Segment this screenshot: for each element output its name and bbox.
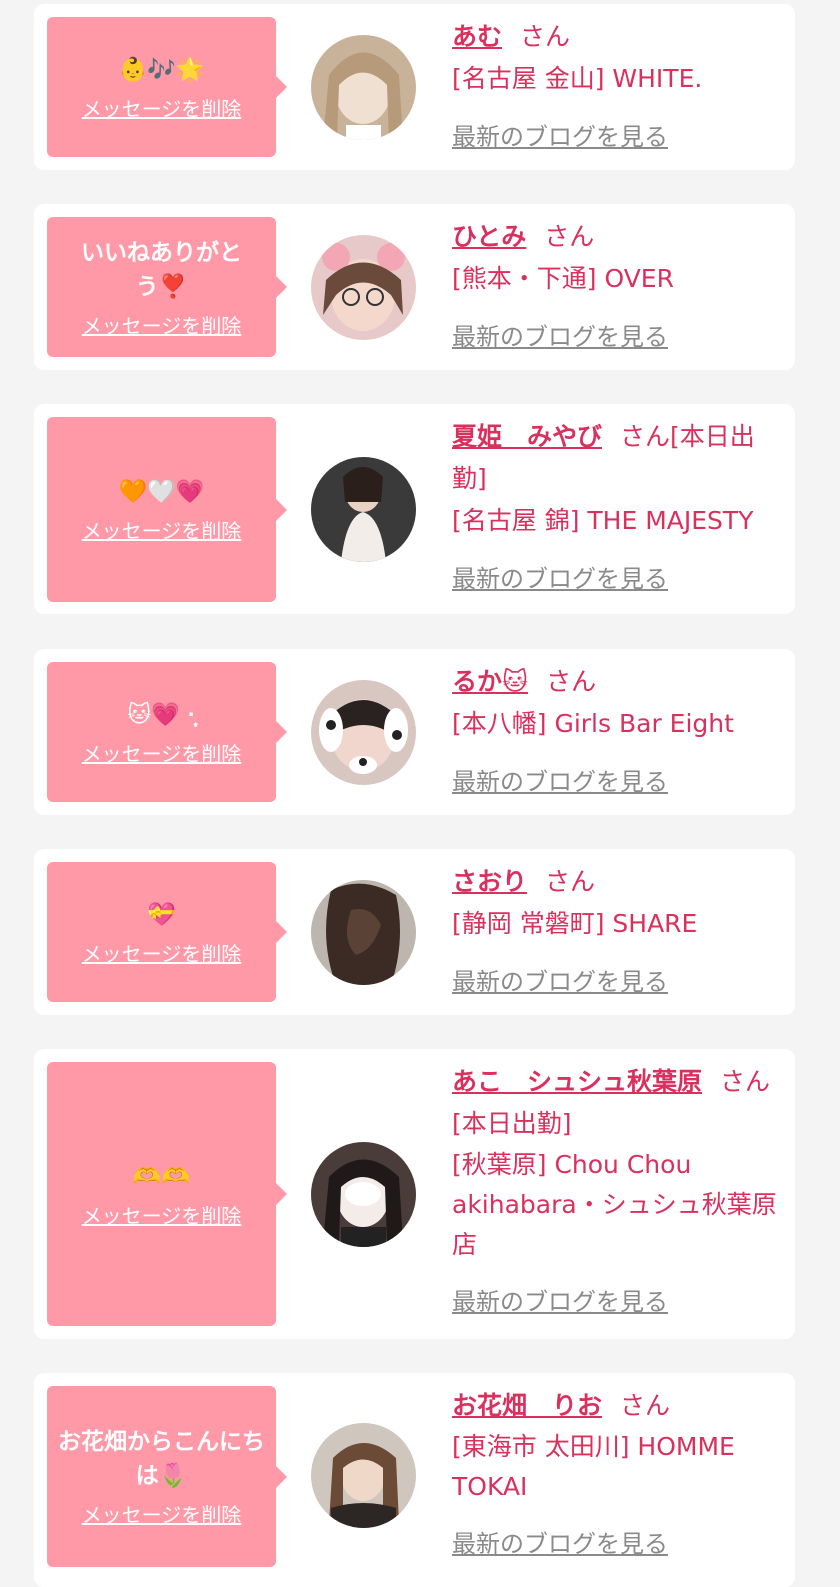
delete-message-link[interactable]: メッセージを削除 (82, 1200, 242, 1229)
sender-info: お花畑 りお さん [東海市 太田川] HOMME TOKAI 最新のブログを見る (452, 1385, 787, 1565)
shop-info: [熊本・下通] OVER (452, 264, 674, 293)
message-text: 🐱💗 ·̩͙ (127, 701, 196, 728)
delete-message-link[interactable]: メッセージを削除 (82, 1499, 242, 1528)
shop-info: [秋葉原] Chou Chou akihabara・シュシュ秋葉原店 (452, 1150, 777, 1259)
delete-message-link[interactable]: メッセージを削除 (82, 738, 242, 767)
sender-info: あこ シュシュ秋葉原 さん [本日出勤] [秋葉原] Chou Chou akiha… (452, 1061, 787, 1323)
delete-message-link[interactable]: メッセージを削除 (82, 310, 242, 339)
avatar[interactable] (311, 880, 416, 985)
message-bubble: 👶🎶🌟 メッセージを削除 (47, 17, 287, 157)
honorific: さん (620, 422, 671, 451)
avatar[interactable] (311, 235, 416, 340)
avatar[interactable] (311, 457, 416, 562)
delete-message-link[interactable]: メッセージを削除 (82, 93, 242, 122)
message-card: 🧡🤍💗 メッセージを削除 夏姫 みやび さん[本日出勤] [名古屋 錦] THE … (34, 404, 795, 614)
message-card: 🐱💗 ·̩͙ メッセージを削除 るか🐱 さん [本八幡] Girls Bar Ei… (34, 649, 795, 815)
message-card: お花畑からこんにちは🌷 メッセージを削除 お花畑 りお さん [東海市 太田川] … (34, 1373, 795, 1587)
message-text: 💝 (147, 901, 176, 928)
message-text: 👶🎶🌟 (118, 56, 205, 83)
message-card: 💝 メッセージを削除 さおり さん [静岡 常磐町] SHARE 最新のブログを見… (34, 849, 795, 1015)
message-bubble: 💝 メッセージを削除 (47, 862, 287, 1002)
avatar[interactable] (311, 1142, 416, 1247)
sender-name-link[interactable]: ひとみ (452, 222, 526, 251)
sender-name-link[interactable]: お花畑 りお (452, 1391, 602, 1420)
shop-info: [名古屋 金山] WHITE. (452, 64, 703, 93)
sender-name-link[interactable]: さおり (452, 867, 527, 896)
latest-blog-link[interactable]: 最新のブログを見る (452, 558, 668, 600)
shop-info: [名古屋 錦] THE MAJESTY (452, 506, 754, 535)
message-bubble: 🫶🫶 メッセージを削除 (47, 1062, 287, 1326)
latest-blog-link[interactable]: 最新のブログを見る (452, 1281, 668, 1323)
sender-name-link[interactable]: あむ (452, 22, 502, 51)
message-text: お花畑からこんにちは🌷 (58, 1429, 265, 1489)
latest-blog-link[interactable]: 最新のブログを見る (452, 116, 668, 158)
sender-info: ひとみ さん [熊本・下通] OVER 最新のブログを見る (452, 216, 787, 358)
sender-name-link[interactable]: あこ シュシュ秋葉原 (452, 1067, 702, 1096)
honorific: さん (546, 667, 597, 696)
honorific: さん (544, 222, 595, 251)
honorific: さん (720, 1067, 771, 1096)
latest-blog-link[interactable]: 最新のブログを見る (452, 761, 668, 803)
message-card: 👶🎶🌟 メッセージを削除 あむ さん [名古屋 金山] WHITE. 最新のブログ… (34, 4, 795, 170)
message-bubble: 🐱💗 ·̩͙ メッセージを削除 (47, 662, 287, 802)
message-text: 🫶🫶 (132, 1163, 191, 1190)
sender-name-link[interactable]: るか🐱 (452, 667, 528, 696)
delete-message-link[interactable]: メッセージを削除 (82, 515, 242, 544)
delete-message-link[interactable]: メッセージを削除 (82, 938, 242, 967)
avatar[interactable] (311, 1423, 416, 1528)
latest-blog-link[interactable]: 最新のブログを見る (452, 316, 668, 358)
message-text: いいねありがとう❣️ (81, 239, 242, 300)
sender-info: さおり さん [静岡 常磐町] SHARE 最新のブログを見る (452, 861, 787, 1003)
honorific: さん (545, 867, 596, 896)
sender-name-link[interactable]: 夏姫 みやび (452, 422, 602, 451)
avatar[interactable] (311, 35, 416, 140)
avatar[interactable] (311, 680, 416, 785)
latest-blog-link[interactable]: 最新のブログを見る (452, 961, 668, 1003)
sender-info: るか🐱 さん [本八幡] Girls Bar Eight 最新のブログを見る (452, 661, 787, 803)
status-note: [本日出勤] (452, 1109, 572, 1138)
honorific: さん (620, 1391, 671, 1420)
message-bubble: お花畑からこんにちは🌷 メッセージを削除 (47, 1386, 287, 1567)
message-bubble: いいねありがとう❣️ メッセージを削除 (47, 217, 287, 357)
shop-info: [本八幡] Girls Bar Eight (452, 709, 734, 738)
sender-info: 夏姫 みやび さん[本日出勤] [名古屋 錦] THE MAJESTY 最新のブロ… (452, 416, 787, 600)
message-text: 🧡🤍💗 (118, 479, 205, 505)
honorific: さん (520, 22, 571, 51)
shop-info: [東海市 太田川] HOMME TOKAI (452, 1432, 735, 1501)
message-card: いいねありがとう❣️ メッセージを削除 ひとみ さん [熊本・下通] OVER 最… (34, 204, 795, 370)
message-card: 🫶🫶 メッセージを削除 あこ シュシュ秋葉原 さん [本日出勤] [秋葉原] Cho… (34, 1049, 795, 1339)
latest-blog-link[interactable]: 最新のブログを見る (452, 1523, 668, 1565)
message-bubble: 🧡🤍💗 メッセージを削除 (47, 417, 287, 602)
shop-info: [静岡 常磐町] SHARE (452, 909, 698, 938)
sender-info: あむ さん [名古屋 金山] WHITE. 最新のブログを見る (452, 16, 787, 158)
